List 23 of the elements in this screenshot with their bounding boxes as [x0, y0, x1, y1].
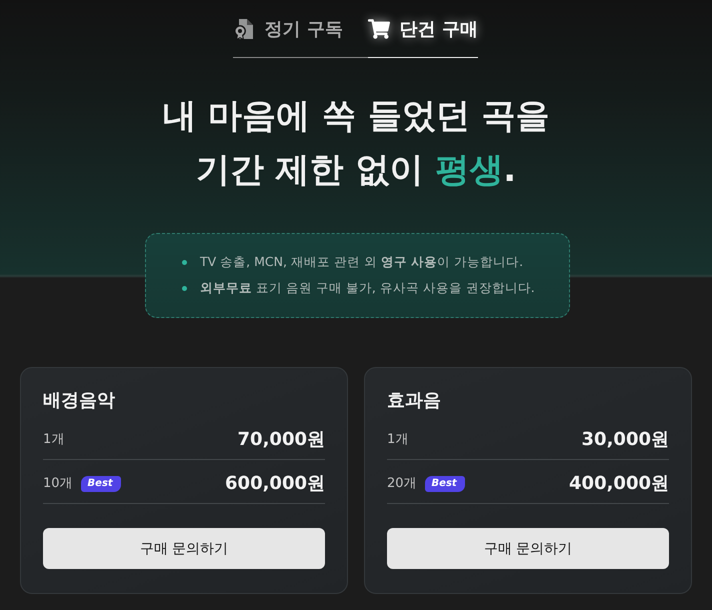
document-badge-icon: [232, 18, 254, 40]
cart-icon: [368, 18, 390, 40]
inquiry-button[interactable]: 구매 문의하기: [43, 528, 325, 569]
bullet-dot-icon: [182, 260, 187, 264]
card-title: 효과음: [387, 389, 442, 413]
tab[interactable]: 단건 구매: [368, 0, 478, 58]
best-tag: Best: [80, 476, 121, 492]
notice-text: 외부무료 표기 음원 구매 불가, 유사곡 사용을 권장합니다.: [200, 279, 535, 297]
quantity-label: 20개: [387, 475, 417, 493]
headline: 내 마음에 쏙 들었던 곡을 기간 제한 없이 평생.: [162, 95, 550, 192]
price-text: 70,000원: [238, 428, 325, 452]
notice-text: TV 송출, MCN, 재배포 관련 외 영구 사용이 가능합니다.: [200, 253, 524, 271]
inquiry-button[interactable]: 구매 문의하기: [387, 528, 669, 569]
card-title: 배경음악: [43, 389, 116, 413]
tab[interactable]: 정기 구독: [232, 0, 368, 58]
quantity-label: 1개: [387, 431, 408, 449]
quantity-label: 1개: [43, 431, 64, 449]
bullet-dot-icon: [182, 286, 187, 290]
price-text: 600,000원: [225, 472, 325, 496]
price-text: 400,000원: [569, 472, 669, 496]
best-tag: Best: [424, 476, 465, 492]
price-text: 30,000원: [582, 428, 669, 452]
quantity-label: 10개: [43, 475, 73, 493]
